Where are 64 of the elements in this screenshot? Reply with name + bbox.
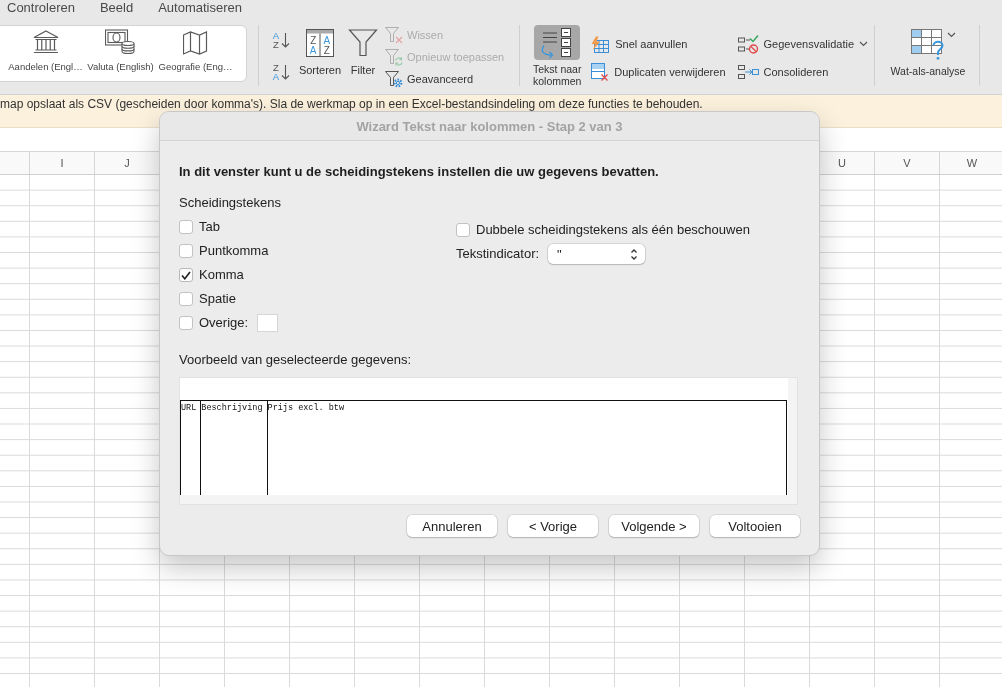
menu-tab[interactable]: Controleren: [7, 0, 75, 22]
checkbox[interactable]: [179, 316, 193, 330]
preview-column: Beschrijving: [201, 401, 268, 495]
data-type-button[interactable]: Geografie (Eng…: [158, 26, 233, 78]
column-header[interactable]: U: [838, 156, 846, 170]
filter-button[interactable]: Filter: [346, 22, 380, 77]
what-if-analysis-button[interactable]: Wat-als-analyse: [885, 22, 972, 78]
checkbox[interactable]: [179, 268, 193, 282]
menu-tab[interactable]: Beeld: [99, 0, 134, 22]
bank-icon: [31, 29, 60, 55]
checkmark-icon: [181, 270, 191, 280]
validation-icon: [737, 34, 759, 54]
back-button[interactable]: < Vorige: [508, 515, 598, 537]
instruction-text: In dit venster kunt u de scheidingstekens instellen die uw gegevens bevatten.: [179, 164, 660, 180]
column-header[interactable]: I: [60, 156, 64, 170]
next-button[interactable]: Volgende >: [609, 515, 699, 537]
consolidate-icon: [737, 64, 759, 80]
data-tool-button[interactable]: Duplicaten verwijderen: [591, 62, 726, 82]
sort-button[interactable]: Z A A Z Sorteren: [297, 22, 343, 77]
checkbox[interactable]: [179, 244, 193, 258]
dialog-title: Wizard Tekst naar kolommen - Stap 2 van 3: [356, 118, 623, 134]
data-type-button[interactable]: Valuta (English): [83, 26, 158, 78]
checkbox[interactable]: [179, 292, 193, 306]
sort-icon: Z A A Z: [305, 28, 335, 58]
data-tool-button[interactable]: Gegevensvalidatie: [737, 34, 869, 54]
checkbox[interactable]: [456, 223, 470, 237]
input-field[interactable]: [257, 314, 279, 332]
preview-label: Voorbeeld van geselecteerde gegevens:: [179, 352, 412, 368]
banknote-coins-icon: [105, 29, 136, 55]
data-type-button[interactable]: Aandelen (Engl…: [8, 26, 83, 78]
funnel-clear-icon: [385, 26, 403, 44]
data-tool-button[interactable]: Consolideren: [737, 62, 869, 82]
funnel-gear-icon: [385, 70, 403, 88]
text-to-columns-button[interactable]: Tekst naar kolommen: [529, 22, 586, 87]
checkbox-label: Puntkomma: [199, 243, 269, 259]
funnel-refresh-icon: [385, 48, 403, 66]
column-header[interactable]: V: [903, 156, 911, 170]
checkbox-label: Dubbele scheidingstekens als één beschouwen: [476, 222, 750, 238]
sort-ascending-button[interactable]: A Z: [271, 31, 290, 49]
section-label: Scheidingstekens: [179, 195, 282, 211]
checkbox-label: Komma: [199, 267, 244, 283]
cancel-button[interactable]: Annuleren: [407, 515, 497, 537]
map-icon: [183, 31, 208, 55]
sort-descending-button[interactable]: Z A: [271, 63, 290, 81]
preview-column: Prijs excl. btw: [267, 401, 786, 495]
table-question-icon: [910, 29, 944, 60]
checkbox[interactable]: [179, 220, 193, 234]
menu-tab[interactable]: Automatiseren: [158, 0, 242, 22]
preview-column: URL: [181, 401, 202, 495]
checkbox-label: Spatie: [199, 291, 236, 307]
table-delete-icon: [591, 62, 610, 82]
funnel-icon: [348, 29, 378, 57]
up-down-chevron-icon: [630, 248, 639, 260]
data-tool-button[interactable]: Snel aanvullen: [591, 34, 726, 54]
lightning-grid-icon: [591, 35, 611, 53]
notice-text: map opslaat als CSV (gescheiden door komma's). Sla de werkmap op in een Excel-bestandsindeling om deze functies te behouden.: [0, 97, 703, 111]
checkbox-label: Overige:: [199, 315, 249, 331]
text-qualifier-select[interactable]: ": [548, 244, 646, 264]
checkbox-label: Tab: [199, 219, 220, 235]
column-header[interactable]: J: [124, 156, 130, 170]
filter-action-button[interactable]: Geavanceerd: [385, 68, 505, 90]
column-header[interactable]: W: [966, 156, 978, 170]
finish-button[interactable]: Voltooien: [710, 515, 800, 537]
field-label: Tekstindicator:: [456, 246, 540, 262]
